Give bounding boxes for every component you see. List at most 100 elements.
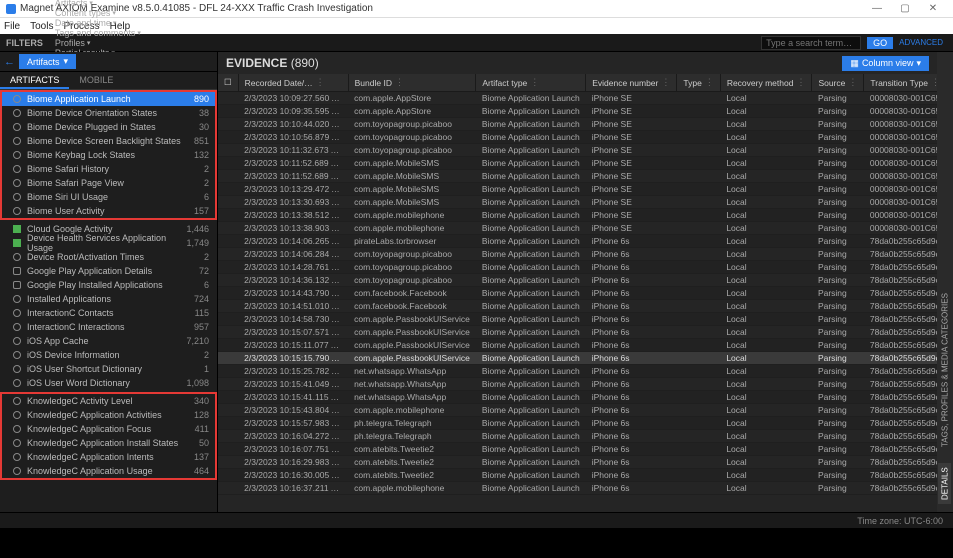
table-row[interactable]: 2/3/2023 10:15:57.983 AMph.telegra.Teleg… (218, 417, 937, 430)
cell: Local (720, 131, 812, 144)
table-row[interactable]: 2/3/2023 10:09:35.595 AMcom.apple.AppSto… (218, 105, 937, 118)
maximize-button[interactable]: ▢ (891, 3, 919, 14)
filter-content-types[interactable]: Content types▾ (51, 8, 158, 18)
back-button[interactable]: ← (4, 56, 15, 68)
column-menu-icon[interactable]: ⋮ (661, 77, 670, 88)
sidebar-item[interactable]: Biome Device Plugged in States30 (2, 120, 215, 134)
table-row[interactable]: 2/3/2023 10:15:11.077 AMcom.apple.Passbo… (218, 339, 937, 352)
sidebar-item[interactable]: InteractionC Interactions957 (2, 320, 215, 334)
sidebar-item[interactable]: KnowledgeC Application Install States50 (2, 436, 215, 450)
column-menu-icon[interactable]: ⋮ (848, 77, 857, 88)
table-row[interactable]: 2/3/2023 10:15:43.804 AMcom.apple.mobile… (218, 404, 937, 417)
sidebar-item-label: KnowledgeC Application Install States (27, 438, 178, 448)
filter-profiles[interactable]: Profiles▾ (51, 38, 158, 48)
sidebar-item[interactable]: Biome Keybag Lock States132 (2, 148, 215, 162)
sidebar-item[interactable]: iOS App Cache7,210 (2, 334, 215, 348)
sidebar-item[interactable]: KnowledgeC Application Usage464 (2, 464, 215, 478)
table-row[interactable]: 2/3/2023 10:11:52.689 AMcom.apple.Mobile… (218, 157, 937, 170)
cell: iPhone 6s (586, 365, 677, 378)
column-menu-icon[interactable]: ⋮ (705, 77, 714, 88)
sidebar-item[interactable]: Biome User Activity157 (2, 204, 215, 218)
table-row[interactable]: 2/3/2023 10:13:30.693 AMcom.apple.Mobile… (218, 196, 937, 209)
sidebar-item[interactable]: Biome Device Screen Backlight States851 (2, 134, 215, 148)
sidebar-item[interactable]: Google Play Application Details72 (2, 264, 215, 278)
sidebar-item[interactable]: KnowledgeC Application Focus411 (2, 422, 215, 436)
table-row[interactable]: 2/3/2023 10:09:27.560 AMcom.apple.AppSto… (218, 92, 937, 105)
table-row[interactable]: 2/3/2023 10:13:38.903 AMcom.apple.mobile… (218, 222, 937, 235)
sidebar-item[interactable]: iOS User Shortcut Dictionary1 (2, 362, 215, 376)
column-header[interactable]: Type⋮ (677, 74, 720, 92)
column-header[interactable]: Recovery method⋮ (720, 74, 812, 92)
table-row[interactable]: 2/3/2023 10:15:15.790 AMcom.apple.Passbo… (218, 352, 937, 365)
table-row[interactable]: 2/3/2023 10:11:32.673 AMcom.toyopagroup.… (218, 144, 937, 157)
minimize-button[interactable]: — (863, 3, 891, 14)
sidebar-item[interactable]: iOS User Word Dictionary1,098 (2, 376, 215, 390)
sidebar-item[interactable]: InteractionC Contacts115 (2, 306, 215, 320)
sidebar-item[interactable]: Google Play Installed Applications6 (2, 278, 215, 292)
table-row[interactable]: 2/3/2023 10:15:07.571 AMcom.apple.Passbo… (218, 326, 937, 339)
cell: Local (720, 339, 812, 352)
sidebar-item[interactable]: Biome Safari Page View2 (2, 176, 215, 190)
sidebar-item[interactable]: Installed Applications724 (2, 292, 215, 306)
column-menu-icon[interactable]: ⋮ (796, 77, 805, 88)
cell: Parsing (812, 443, 864, 456)
table-row[interactable]: 2/3/2023 10:15:41.115 AMnet.whatsapp.Wha… (218, 391, 937, 404)
table-row[interactable]: 2/3/2023 10:11:52.689 AMcom.apple.Mobile… (218, 170, 937, 183)
table-row[interactable]: 2/3/2023 10:16:30.005 AMcom.atebits.Twee… (218, 469, 937, 482)
sidebar-item[interactable]: Device Health Services Application Usage… (2, 236, 215, 250)
rail-tab-details[interactable]: DETAILS (939, 463, 952, 504)
evidence-grid[interactable]: ☐ Recorded Date/…⋮Bundle ID⋮Artifact type… (218, 74, 937, 512)
search-input[interactable] (761, 36, 861, 50)
artifact-list[interactable]: Biome Application Launch890Biome Device … (0, 90, 217, 512)
table-row[interactable]: 2/3/2023 10:15:41.049 AMnet.whatsapp.Wha… (218, 378, 937, 391)
table-row[interactable]: 2/3/2023 10:13:38.512 AMcom.apple.mobile… (218, 209, 937, 222)
column-menu-icon[interactable]: ⋮ (316, 77, 325, 88)
advanced-button[interactable]: ADVANCED (895, 38, 947, 47)
table-row[interactable]: 2/3/2023 10:16:37.211 AMcom.apple.mobile… (218, 482, 937, 495)
table-row[interactable]: 2/3/2023 10:16:04.272 AMph.telegra.Teleg… (218, 430, 937, 443)
column-header[interactable]: Transition Type⋮ (864, 74, 937, 92)
sidebar-item[interactable]: KnowledgeC Application Activities128 (2, 408, 215, 422)
sidebar-item[interactable]: KnowledgeC Activity Level340 (2, 394, 215, 408)
table-row[interactable]: 2/3/2023 10:16:07.751 AMcom.atebits.Twee… (218, 443, 937, 456)
table-row[interactable]: 2/3/2023 10:14:06.265 AMpirateLabs.torbr… (218, 235, 937, 248)
sidebar-item[interactable]: KnowledgeC Application Intents137 (2, 450, 215, 464)
sidebar-item[interactable]: Biome Application Launch890 (2, 92, 215, 106)
go-button[interactable]: GO (867, 37, 893, 49)
cell (677, 170, 720, 183)
column-header[interactable]: Evidence number⋮ (586, 74, 677, 92)
table-row[interactable]: 2/3/2023 10:10:56.879 AMcom.toyopagroup.… (218, 131, 937, 144)
table-row[interactable]: 2/3/2023 10:14:58.730 AMcom.apple.Passbo… (218, 313, 937, 326)
sidebar-tab-mobile[interactable]: MOBILE (69, 72, 123, 89)
statusbar: Time zone: UTC-6:00 (0, 512, 953, 528)
close-button[interactable]: ✕ (919, 3, 947, 14)
table-row[interactable]: 2/3/2023 10:16:29.983 AMcom.atebits.Twee… (218, 456, 937, 469)
filter-artifacts[interactable]: Artifacts▾ (51, 0, 158, 8)
column-header[interactable]: Bundle ID⋮ (348, 74, 476, 92)
table-row[interactable]: 2/3/2023 10:13:29.472 AMcom.apple.Mobile… (218, 183, 937, 196)
column-header[interactable]: Artifact type⋮ (476, 74, 586, 92)
rail-tab-tags[interactable]: TAGS, PROFILES & MEDIA CATEGORIES (939, 289, 952, 451)
table-row[interactable]: 2/3/2023 10:10:44.020 AMcom.toyopagroup.… (218, 118, 937, 131)
filter-tags-and-comments[interactable]: Tags and comments▾ (51, 28, 158, 38)
table-row[interactable]: 2/3/2023 10:14:36.132 AMcom.toyopagroup.… (218, 274, 937, 287)
column-menu-icon[interactable]: ⋮ (530, 77, 539, 88)
table-row[interactable]: 2/3/2023 10:14:28.761 AMcom.toyopagroup.… (218, 261, 937, 274)
table-row[interactable]: 2/3/2023 10:14:06.284 AMcom.toyopagroup.… (218, 248, 937, 261)
sidebar-item[interactable]: Biome Device Orientation States38 (2, 106, 215, 120)
table-row[interactable]: 2/3/2023 10:14:51.010 AMcom.facebook.Fac… (218, 300, 937, 313)
column-header[interactable]: Recorded Date/…⋮ (238, 74, 348, 92)
menu-file[interactable]: File (4, 21, 20, 32)
filter-date-and-time[interactable]: Date and time▾ (51, 18, 158, 28)
column-header[interactable]: Source⋮ (812, 74, 864, 92)
sidebar-item[interactable]: Biome Siri UI Usage6 (2, 190, 215, 204)
column-menu-icon[interactable]: ⋮ (395, 77, 404, 88)
table-row[interactable]: 2/3/2023 10:15:25.782 AMnet.whatsapp.Wha… (218, 365, 937, 378)
column-view-button[interactable]: ▦ Column view ▾ (842, 56, 929, 71)
sidebar-item[interactable]: iOS Device Information2 (2, 348, 215, 362)
sidebar-tab-artifacts[interactable]: ARTIFACTS (0, 72, 69, 89)
checkbox-header[interactable]: ☐ (224, 77, 232, 87)
artifacts-dropdown[interactable]: Artifacts ▾ (19, 54, 76, 69)
sidebar-item[interactable]: Biome Safari History2 (2, 162, 215, 176)
table-row[interactable]: 2/3/2023 10:14:43.790 AMcom.facebook.Fac… (218, 287, 937, 300)
